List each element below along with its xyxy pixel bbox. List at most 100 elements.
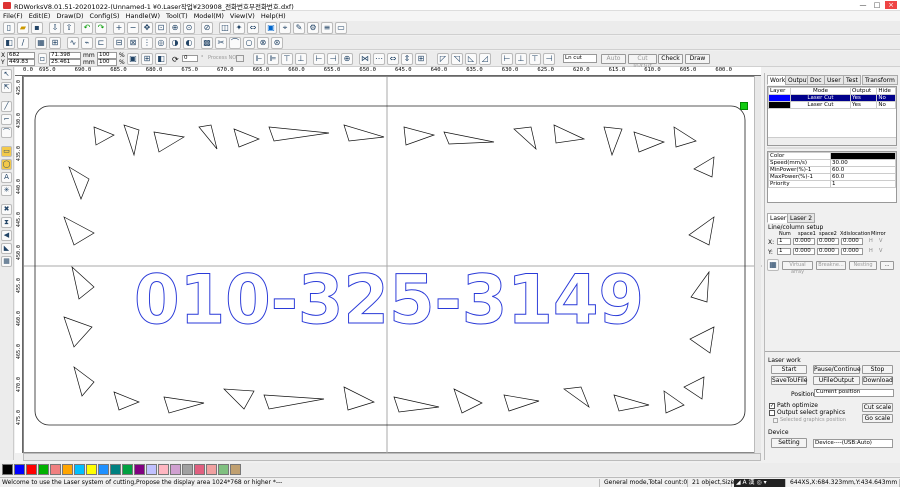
menu-help[interactable]: Help(H): [258, 11, 289, 21]
palette-swatch[interactable]: [14, 464, 25, 475]
frame-icon[interactable]: ▭: [335, 22, 347, 34]
join-icon[interactable]: ⊏: [95, 37, 107, 49]
palette-swatch[interactable]: [98, 464, 109, 475]
array-tool-icon[interactable]: ▦: [1, 256, 12, 267]
monitor-icon[interactable]: ▣: [265, 22, 277, 34]
smooth-icon[interactable]: ⌒: [229, 37, 241, 49]
select-tool-icon[interactable]: ↖: [1, 69, 12, 80]
laser-icon[interactable]: ✦: [233, 22, 245, 34]
tab-test[interactable]: Test: [843, 75, 861, 85]
menu-draw[interactable]: Draw(D): [53, 11, 86, 21]
ungroup-icon[interactable]: ⊠: [127, 37, 139, 49]
palette-swatch[interactable]: [2, 464, 13, 475]
minimize-button[interactable]: —: [857, 1, 869, 9]
x-position-field[interactable]: 682: [7, 52, 35, 59]
layer-list-scrollbar[interactable]: [768, 137, 896, 145]
menu-model[interactable]: Model(M): [191, 11, 227, 21]
menu-file[interactable]: File(F): [0, 11, 26, 21]
offset-icon[interactable]: ◎: [155, 37, 167, 49]
boolean-icon[interactable]: ◑: [169, 37, 181, 49]
align-edge-top-icon[interactable]: ⊤: [529, 53, 541, 65]
bitmap-icon[interactable]: ▩: [201, 37, 213, 49]
delete-tool-icon[interactable]: ✖: [1, 204, 12, 215]
select-all-icon[interactable]: ▦: [35, 37, 47, 49]
selected-graphics-checkbox[interactable]: [773, 418, 778, 423]
draw-button[interactable]: Draw: [685, 54, 710, 64]
y-position-field[interactable]: 449.83: [7, 59, 35, 66]
delete-overlap-icon[interactable]: ⊛: [271, 37, 283, 49]
palette-swatch[interactable]: [86, 464, 97, 475]
cut-mode-select[interactable]: Ln cut: [563, 54, 597, 63]
palette-swatch[interactable]: [182, 464, 193, 475]
arrange-tr-icon[interactable]: ◹: [451, 53, 463, 65]
output-select-checkbox[interactable]: [769, 410, 775, 416]
array-x-space2[interactable]: 0.000: [817, 238, 839, 245]
horizontal-scrollbar[interactable]: [23, 453, 761, 461]
array-x-mirror-h[interactable]: H: [869, 238, 873, 244]
new-file-icon[interactable]: ▯: [3, 22, 15, 34]
palette-swatch[interactable]: [122, 464, 133, 475]
layer-output[interactable]: Yes: [849, 94, 878, 102]
distribute-h-icon[interactable]: ⋈: [359, 53, 371, 65]
array-more-button[interactable]: ...: [880, 261, 894, 270]
path-optimize-checkbox[interactable]: ✓: [769, 403, 775, 409]
download-button[interactable]: Download: [862, 376, 893, 385]
lock-icon[interactable]: ▫: [38, 53, 47, 64]
virtual-array-button[interactable]: Virtual array: [782, 261, 813, 275]
mirror-icon[interactable]: ◧: [155, 53, 167, 65]
device-select[interactable]: Device----(USB:Auto): [813, 439, 893, 448]
line-tool-icon[interactable]: ╱: [1, 101, 12, 112]
width-field[interactable]: 71.398: [49, 52, 81, 59]
trim-icon[interactable]: ✂: [215, 37, 227, 49]
rotate-tool-icon[interactable]: ◣: [1, 243, 12, 254]
palette-swatch[interactable]: [110, 464, 121, 475]
settings-icon[interactable]: ⚙: [307, 22, 319, 34]
palette-swatch[interactable]: [26, 464, 37, 475]
arrange-br-icon[interactable]: ◿: [479, 53, 491, 65]
ime-toolbar[interactable]: ◢ A 漢 ◎ ▾: [734, 479, 786, 487]
prop-color-swatch[interactable]: [830, 152, 896, 160]
array-x-num[interactable]: 1: [777, 238, 791, 245]
open-file-icon[interactable]: ▰: [17, 22, 29, 34]
palette-swatch[interactable]: [218, 464, 229, 475]
prop-speed-value[interactable]: 30.00: [830, 159, 896, 167]
align-edge-right-icon[interactable]: ⊣: [543, 53, 555, 65]
scale-icon[interactable]: ▣: [127, 53, 139, 65]
import-icon[interactable]: ⇩: [49, 22, 61, 34]
palette-swatch[interactable]: [170, 464, 181, 475]
layer-hide[interactable]: No: [876, 94, 896, 102]
cut-inout-button[interactable]: Cut In/Out: [628, 54, 657, 70]
array-grid-icon[interactable]: ▦: [767, 259, 779, 271]
origin-icon[interactable]: ⌖: [279, 22, 291, 34]
close-button[interactable]: ×: [885, 1, 897, 9]
data-icon[interactable]: ≡: [321, 22, 333, 34]
height-percent-field[interactable]: 100: [97, 59, 117, 66]
align-vcenter-icon[interactable]: ⊣: [327, 53, 339, 65]
palette-swatch[interactable]: [38, 464, 49, 475]
vertical-scrollbar[interactable]: [754, 76, 761, 453]
palette-swatch[interactable]: [230, 464, 241, 475]
array-x-dislocation[interactable]: 0.000: [841, 238, 863, 245]
cut-scale-button[interactable]: Cut scale: [862, 403, 893, 412]
palette-swatch[interactable]: [74, 464, 85, 475]
palette-swatch[interactable]: [62, 464, 73, 475]
array-y-mirror-h[interactable]: H: [869, 248, 873, 254]
tab-doc[interactable]: Doc: [807, 75, 825, 85]
save-to-ufile-button[interactable]: SaveToUFile: [771, 376, 807, 385]
zoom-extend-icon[interactable]: ⊘: [201, 22, 213, 34]
point-tool-icon[interactable]: ✳: [1, 185, 12, 196]
weld-icon[interactable]: ◐: [183, 37, 195, 49]
layer-hide[interactable]: No: [876, 101, 896, 109]
bezier-tool-icon[interactable]: ⌒: [1, 127, 12, 138]
zoom-in-icon[interactable]: +: [113, 22, 125, 34]
rotation-field[interactable]: 0: [182, 55, 198, 62]
align-right-icon[interactable]: ⊫: [267, 53, 279, 65]
same-width-icon[interactable]: ⇔: [387, 53, 399, 65]
arrange-tl-icon[interactable]: ◸: [437, 53, 449, 65]
layer-row[interactable]: Laser Cut Yes No: [768, 101, 896, 109]
node-tool-icon[interactable]: ⇱: [1, 82, 12, 93]
position-select[interactable]: Current position: [814, 389, 894, 397]
array-y-space2[interactable]: 0.000: [817, 248, 839, 255]
same-height-icon[interactable]: ⇕: [401, 53, 413, 65]
maximize-button[interactable]: □: [871, 1, 883, 9]
